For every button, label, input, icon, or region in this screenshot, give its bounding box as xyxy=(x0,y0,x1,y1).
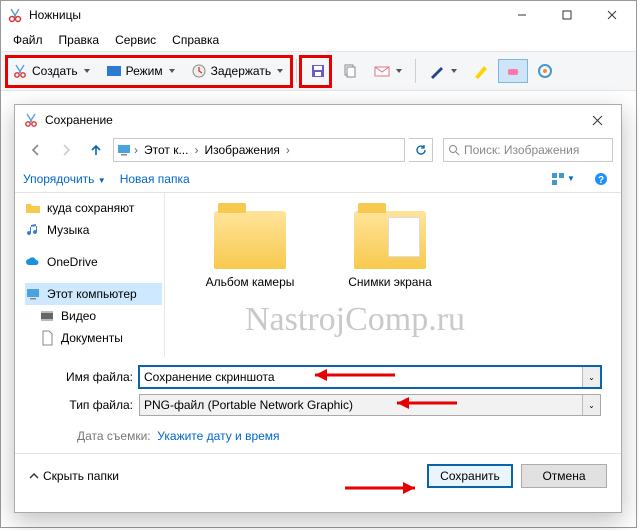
watermark: NastrojComp.ru xyxy=(245,301,465,339)
pen-button[interactable] xyxy=(422,59,464,83)
chevron-down-icon xyxy=(277,69,283,73)
menu-tools[interactable]: Сервис xyxy=(107,31,164,49)
view-button[interactable]: ▼ xyxy=(551,168,575,190)
save-button[interactable]: Сохранить xyxy=(427,464,513,488)
folder-icon xyxy=(354,211,426,269)
copy-icon xyxy=(342,63,358,79)
filetype-label: Тип файла: xyxy=(49,398,133,412)
organize-menu[interactable]: Упорядочить ▼ xyxy=(23,172,106,186)
pen-icon xyxy=(429,63,445,79)
chevron-up-icon xyxy=(29,471,39,481)
folder-icon xyxy=(25,200,41,216)
menu-help[interactable]: Справка xyxy=(164,31,227,49)
content-pane[interactable]: Альбом камеры Снимки экрана NastrojComp.… xyxy=(165,193,621,357)
eraser-button[interactable] xyxy=(498,59,528,83)
folder-item-screenshots[interactable]: Снимки экрана xyxy=(335,211,445,289)
sidebar-item-documents[interactable]: Документы xyxy=(25,327,162,349)
chevron-down-icon xyxy=(451,69,457,73)
svg-text:?: ? xyxy=(598,175,604,186)
chevron-down-icon xyxy=(84,69,90,73)
filename-input[interactable] xyxy=(139,366,601,388)
sidebar-item-onedrive[interactable]: OneDrive xyxy=(25,251,162,273)
close-button[interactable] xyxy=(589,1,634,29)
copy-button[interactable] xyxy=(335,59,365,83)
filename-label: Имя файла: xyxy=(49,370,133,384)
nav-forward-button[interactable] xyxy=(53,137,79,163)
document-icon xyxy=(39,330,55,346)
highlighter-icon xyxy=(473,63,489,79)
hide-folders-button[interactable]: Скрыть папки xyxy=(29,469,119,483)
dialog-title: Сохранение xyxy=(45,113,577,127)
pc-icon xyxy=(25,286,41,302)
window-title: Ножницы xyxy=(29,8,499,22)
sidebar-item-saveto[interactable]: куда сохраняют xyxy=(25,197,162,219)
toolbar: Создать Режим Задержать xyxy=(1,51,636,91)
save-button[interactable] xyxy=(303,59,333,83)
chevron-right-icon: › xyxy=(192,143,200,157)
video-icon xyxy=(39,308,55,324)
save-dialog: Сохранение › Этот к... › Изображения › П… xyxy=(14,104,622,513)
mode-label: Режим xyxy=(126,64,163,78)
scissors-icon xyxy=(12,63,28,79)
save-icon xyxy=(310,63,326,79)
delay-button[interactable]: Задержать xyxy=(184,59,290,83)
sidebar: куда сохраняют Музыка OneDrive Этот комп… xyxy=(15,193,165,357)
clock-icon xyxy=(191,63,207,79)
help-button[interactable]: ? xyxy=(589,168,613,190)
filename-dropdown[interactable]: ⌄ xyxy=(582,367,600,387)
menu-edit[interactable]: Правка xyxy=(51,31,108,49)
chevron-down-icon xyxy=(169,69,175,73)
filetype-dropdown[interactable]: ⌄ xyxy=(582,395,600,415)
search-icon xyxy=(448,144,460,156)
sidebar-item-thispc[interactable]: Этот компьютер xyxy=(25,283,162,305)
pc-icon xyxy=(116,142,132,158)
menu-file[interactable]: Файл xyxy=(5,31,51,49)
mail-icon xyxy=(374,63,390,79)
chevron-right-icon: › xyxy=(132,143,140,157)
newfolder-button[interactable]: Новая папка xyxy=(120,172,190,186)
filetype-select[interactable] xyxy=(139,394,601,416)
delay-label: Задержать xyxy=(211,64,271,78)
maximize-button[interactable] xyxy=(544,1,589,29)
sidebar-item-music[interactable]: Музыка xyxy=(25,219,162,241)
mode-button[interactable]: Режим xyxy=(99,59,182,83)
breadcrumb-pc[interactable]: Этот к... xyxy=(140,143,192,157)
chevron-down-icon xyxy=(396,69,402,73)
refresh-button[interactable] xyxy=(409,138,433,162)
highlighter-button[interactable] xyxy=(466,59,496,83)
breadcrumb[interactable]: › Этот к... › Изображения › xyxy=(113,138,405,162)
create-label: Создать xyxy=(32,64,78,78)
window-titlebar: Ножницы xyxy=(1,1,636,29)
menubar: Файл Правка Сервис Справка xyxy=(1,29,636,51)
create-button[interactable]: Создать xyxy=(5,59,97,83)
eraser-icon xyxy=(505,63,521,79)
date-label: Дата съемки: xyxy=(77,429,151,443)
minimize-button[interactable] xyxy=(499,1,544,29)
folder-item-camera[interactable]: Альбом камеры xyxy=(195,211,305,289)
folder-icon xyxy=(214,211,286,269)
date-link[interactable]: Укажите дату и время xyxy=(157,429,279,443)
paint3d-icon xyxy=(537,63,553,79)
app-icon xyxy=(7,7,23,23)
chevron-right-icon: › xyxy=(284,143,292,157)
rect-icon xyxy=(106,63,122,79)
nav-up-button[interactable] xyxy=(83,137,109,163)
mail-button[interactable] xyxy=(367,59,409,83)
nav-back-button[interactable] xyxy=(23,137,49,163)
breadcrumb-folder[interactable]: Изображения xyxy=(200,143,283,157)
search-placeholder: Поиск: Изображения xyxy=(464,143,579,157)
dialog-close-button[interactable] xyxy=(577,105,617,135)
search-input[interactable]: Поиск: Изображения xyxy=(443,138,613,162)
music-icon xyxy=(25,222,41,238)
sidebar-item-video[interactable]: Видео xyxy=(25,305,162,327)
paint3d-button[interactable] xyxy=(530,59,560,83)
cancel-button[interactable]: Отмена xyxy=(521,464,607,488)
cloud-icon xyxy=(25,254,41,270)
app-icon xyxy=(23,112,39,128)
